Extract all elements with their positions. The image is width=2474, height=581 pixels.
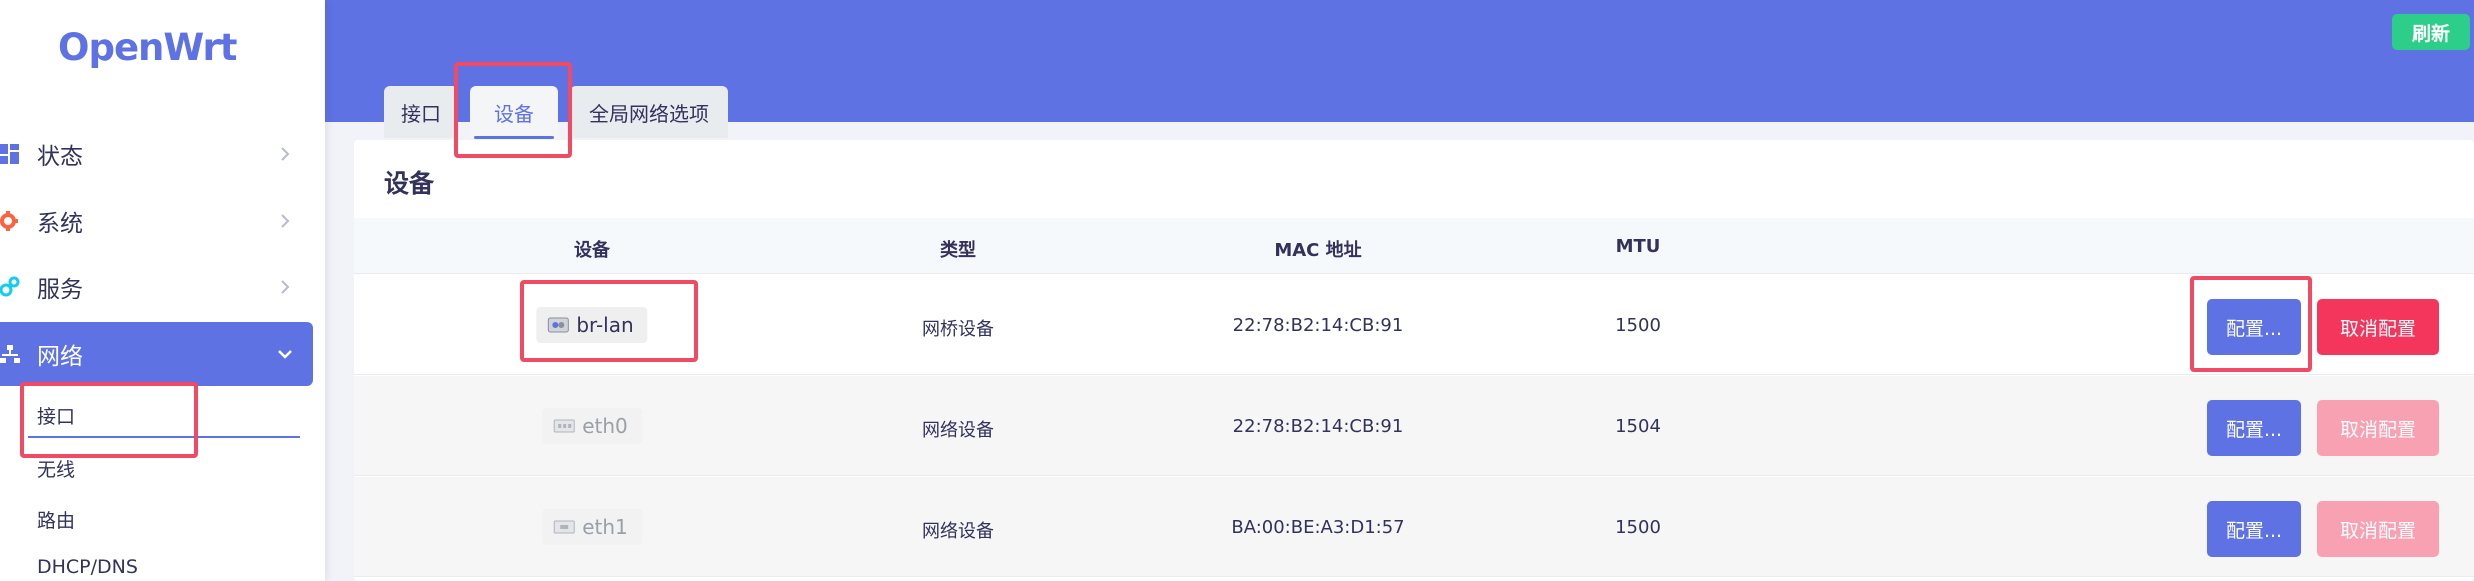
openwrt-logo[interactable]: OpenWrt (58, 26, 237, 76)
table-row: eth0 网络设备 22:78:B2:14:CB:91 1504 配置... 取… (354, 376, 2474, 476)
mac-address: 22:78:B2:14:CB:91 (1232, 315, 1404, 336)
configure-button[interactable]: 配置... (2207, 299, 2301, 355)
sidebar-item-label: 网络 (37, 344, 83, 370)
active-tab-underline (474, 136, 554, 139)
device-badge-eth1: eth1 (542, 509, 642, 545)
device-type: 网络设备 (922, 420, 994, 441)
sidebar-item-system[interactable]: 系统 (0, 189, 313, 253)
mtu-value: 1504 (1615, 416, 1661, 437)
device-badge-br-lan: br-lan (536, 307, 648, 343)
devices-card: 设备 设备 类型 MAC 地址 MTU br-lan 网桥设备 22:78:B2… (354, 140, 2474, 581)
sidebar-subitem-wireless[interactable]: 无线 (37, 455, 75, 482)
sidebar-item-label: 服务 (37, 277, 83, 303)
table-row: br-lan 网桥设备 22:78:B2:14:CB:91 1500 配置...… (354, 275, 2474, 375)
column-header-mtu: MTU (1615, 236, 1661, 257)
sidebar-item-status[interactable]: 状态 (0, 122, 313, 186)
active-subitem-underline (28, 436, 300, 438)
chevron-right-icon (275, 277, 295, 297)
configure-button[interactable]: 配置... (2207, 501, 2301, 557)
unconfigure-button[interactable]: 取消配置 (2317, 299, 2439, 355)
ethernet-icon (553, 419, 575, 433)
mac-address: 22:78:B2:14:CB:91 (1232, 416, 1404, 437)
sidebar-item-services[interactable]: 服务 (0, 255, 313, 319)
ethernet-icon (553, 520, 575, 534)
chevron-down-icon (275, 344, 295, 364)
bridge-icon (547, 317, 569, 333)
chevron-right-icon (275, 211, 295, 231)
device-name: eth0 (582, 414, 628, 438)
sidebar-subitem-interfaces[interactable]: 接口 (37, 402, 75, 429)
tab-global-network-options[interactable]: 全局网络选项 (570, 86, 728, 138)
mac-address: BA:00:BE:A3:D1:57 (1231, 517, 1405, 538)
gear-icon (0, 209, 20, 233)
device-name: eth1 (582, 515, 628, 539)
tab-interfaces[interactable]: 接口 (384, 86, 458, 138)
device-type: 网桥设备 (922, 319, 994, 340)
sidebar-item-label: 系统 (37, 211, 83, 237)
mtu-value: 1500 (1615, 315, 1661, 336)
sidebar-item-network[interactable]: 网络 (0, 322, 313, 386)
mtu-value: 1500 (1615, 517, 1661, 538)
device-badge-eth0: eth0 (542, 408, 642, 444)
unconfigure-button[interactable]: 取消配置 (2317, 400, 2439, 456)
sidebar: OpenWrt 状态 系统 服务 网络 接口 无线 路由 DHCP/DNS (0, 0, 325, 581)
tab-devices[interactable]: 设备 (470, 86, 558, 138)
chevron-right-icon (275, 144, 295, 164)
table-header: 设备 类型 MAC 地址 MTU (354, 218, 2474, 274)
table-row: eth1 网络设备 BA:00:BE:A3:D1:57 1500 配置... 取… (354, 477, 2474, 577)
sidebar-subitem-dhcp-dns[interactable]: DHCP/DNS (37, 556, 138, 578)
device-name: br-lan (576, 313, 634, 337)
configure-button[interactable]: 配置... (2207, 400, 2301, 456)
device-type: 网络设备 (922, 521, 994, 542)
sidebar-subitem-routes[interactable]: 路由 (37, 506, 75, 533)
gears-icon (0, 275, 20, 299)
column-header-type: 类型 (940, 240, 976, 261)
refresh-button[interactable]: 刷新 (2392, 14, 2470, 50)
column-header-mac: MAC 地址 (1274, 240, 1362, 261)
dashboard-icon (0, 142, 20, 166)
column-header-device: 设备 (574, 240, 610, 261)
card-title: 设备 (384, 169, 435, 198)
network-icon (0, 342, 20, 366)
sidebar-item-label: 状态 (37, 144, 83, 170)
unconfigure-button[interactable]: 取消配置 (2317, 501, 2439, 557)
